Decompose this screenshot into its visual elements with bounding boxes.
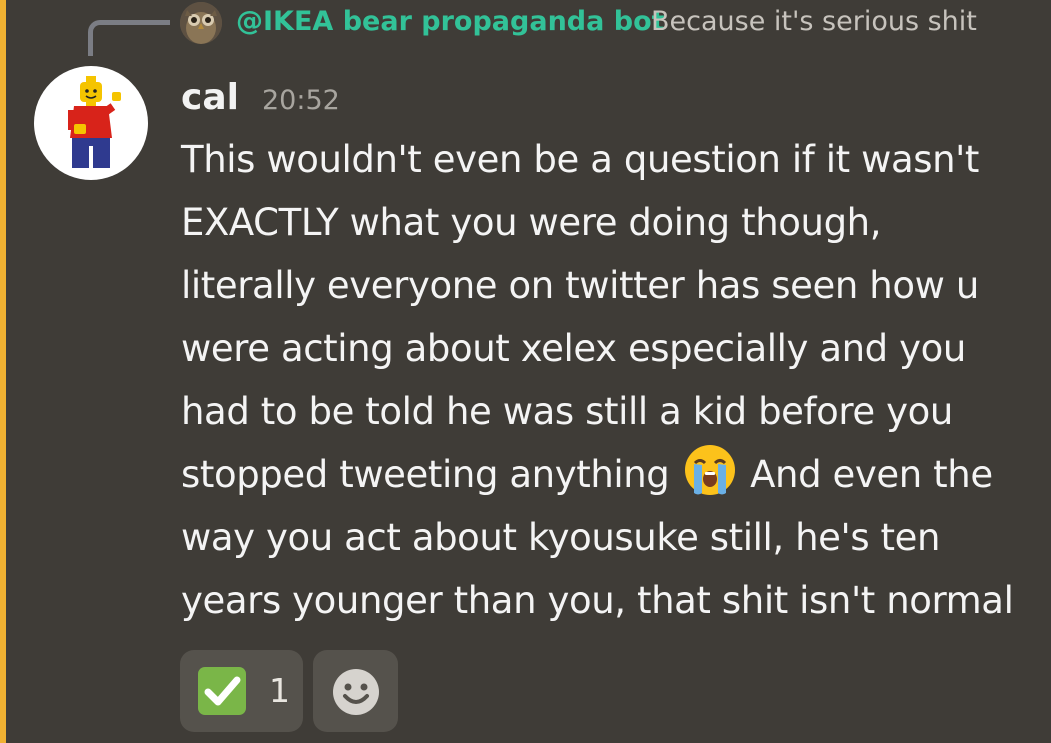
mention-highlight-bar <box>0 0 6 743</box>
author-avatar[interactable] <box>34 66 148 180</box>
message-line: were acting about xelex especially and y… <box>181 327 966 370</box>
message-line: years younger than you, that shit isn't … <box>181 579 1014 622</box>
smiley-add-reaction-icon <box>333 669 379 715</box>
reply-author-name[interactable]: @IKEA bear propaganda bot <box>236 2 665 42</box>
check-mark-button-icon <box>198 667 246 715</box>
reaction-check-mark[interactable]: 1 <box>180 650 303 732</box>
message-line: EXACTLY what you were doing though, <box>181 201 882 244</box>
message-line-part: And even the <box>738 453 993 496</box>
add-reaction-button[interactable] <box>313 650 398 732</box>
reply-preview-text[interactable]: Because it's serious shit <box>651 2 977 42</box>
message-line: This wouldn't even be a question if it w… <box>181 138 980 181</box>
chat-message: @IKEA bear propaganda bot Because it's s… <box>0 0 1051 743</box>
message-line: way you act about kyousuke still, he's t… <box>181 516 941 559</box>
message-author-name[interactable]: cal <box>181 74 239 122</box>
message-content: This wouldn't even be a question if it w… <box>181 128 1041 632</box>
reaction-count: 1 <box>269 671 290 710</box>
message-line: stopped tweeting anything And even the <box>181 443 1041 506</box>
owl-avatar-icon <box>180 2 222 44</box>
message-timestamp[interactable]: 20:52 <box>262 82 340 120</box>
lego-minifigure-icon <box>68 76 121 168</box>
message-line-part: stopped tweeting anything <box>181 453 670 496</box>
reply-connector-line <box>88 20 170 56</box>
loudly-crying-face-icon[interactable] <box>681 443 739 497</box>
reply-author-avatar[interactable] <box>180 2 222 44</box>
message-line: literally everyone on twitter has seen h… <box>181 264 979 307</box>
message-line: had to be told he was still a kid before… <box>181 390 953 433</box>
